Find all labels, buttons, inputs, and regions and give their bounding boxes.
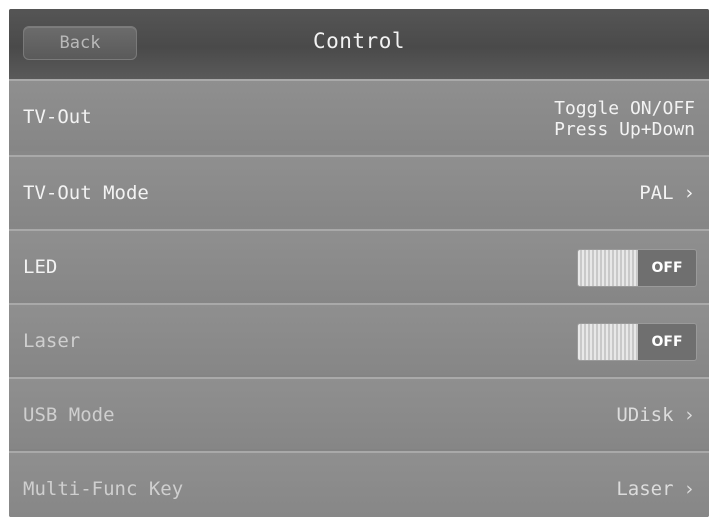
tv-out-hint: Toggle ON/OFF Press Up+Down: [554, 98, 695, 140]
laser-toggle-state: OFF: [651, 334, 683, 350]
chevron-right-icon: ›: [683, 182, 695, 204]
multi-func-key-value-wrap: Laser ›: [616, 453, 695, 517]
usb-mode-label: USB Mode: [23, 404, 115, 426]
tv-out-mode-label: TV-Out Mode: [23, 182, 149, 204]
usb-mode-row[interactable]: USB Mode UDisk ›: [9, 377, 709, 449]
usb-mode-value: UDisk: [616, 404, 674, 426]
led-toggle-knob[interactable]: [578, 250, 638, 286]
tv-out-hint-line2: Press Up+Down: [554, 119, 695, 140]
laser-row: Laser OFF: [9, 303, 709, 375]
laser-toggle[interactable]: OFF: [577, 323, 697, 361]
tv-out-row[interactable]: TV-Out Toggle ON/OFF Press Up+Down: [9, 79, 709, 151]
multi-func-key-value: Laser: [616, 478, 674, 500]
led-toggle-state: OFF: [651, 260, 683, 276]
control-screen: Back Control TV-Out Toggle ON/OFF Press …: [9, 9, 709, 517]
laser-toggle-knob[interactable]: [578, 324, 638, 360]
chevron-right-icon: ›: [683, 478, 695, 500]
usb-mode-value-wrap: UDisk ›: [616, 379, 695, 451]
led-toggle[interactable]: OFF: [577, 249, 697, 287]
title-bar: Back Control: [9, 9, 709, 81]
chevron-right-icon: ›: [683, 404, 695, 426]
tv-out-hint-line1: Toggle ON/OFF: [554, 98, 695, 119]
laser-label: Laser: [23, 330, 81, 352]
tv-out-mode-value-wrap: PAL ›: [639, 157, 695, 229]
tv-out-mode-row[interactable]: TV-Out Mode PAL ›: [9, 155, 709, 227]
multi-func-key-label: Multi-Func Key: [23, 478, 184, 500]
tv-out-label: TV-Out: [23, 106, 92, 128]
led-row: LED OFF: [9, 229, 709, 301]
led-label: LED: [23, 256, 58, 278]
tv-out-mode-value: PAL: [639, 182, 674, 204]
page-title: Control: [312, 29, 405, 53]
multi-func-key-row[interactable]: Multi-Func Key Laser ›: [9, 451, 709, 517]
